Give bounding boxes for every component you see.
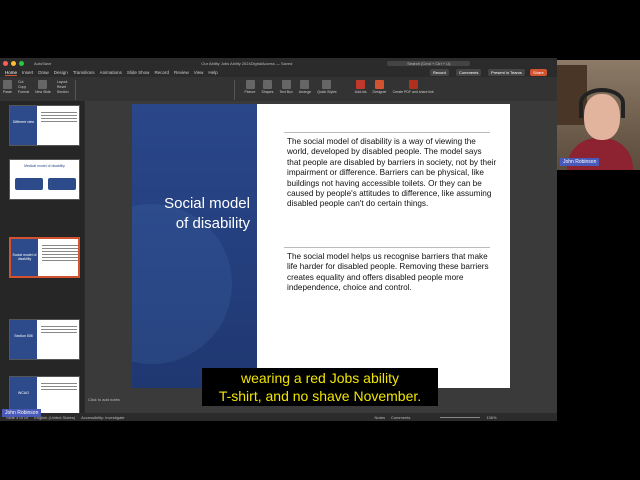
format-button[interactable]: Format [18, 90, 29, 95]
notes-toggle[interactable]: Notes [375, 415, 385, 420]
status-bar: Slide 3 of 19 English (United States) Ac… [0, 413, 557, 421]
autosave-label[interactable]: AutoSave [34, 61, 51, 66]
section-button[interactable]: Section [57, 90, 69, 95]
new-slide-button[interactable]: New Slide [35, 77, 51, 94]
webcam-name-tag: John Robinson [560, 158, 600, 166]
slide-thumbnail-selected[interactable]: Social model of disability [9, 237, 80, 278]
present-in-teams-button[interactable]: Present in Teams [488, 69, 525, 76]
create-pdf-button[interactable]: Create PDF and share link [393, 77, 434, 94]
divider [284, 247, 490, 248]
paste-icon [3, 80, 12, 89]
ribbon-toolbar: Paste Cut Copy Format New Slide Layout R… [0, 77, 557, 101]
font-group[interactable] [74, 80, 235, 100]
slide-title[interactable]: Social model of disability [154, 194, 250, 234]
tab-view[interactable]: View [194, 70, 204, 75]
shapes-button[interactable]: Shapes [261, 77, 273, 94]
text-box-icon [281, 80, 291, 89]
caption-line-2: T-shirt, and no shave November. [218, 388, 422, 404]
tab-slide-show[interactable]: Slide Show [127, 70, 150, 75]
tab-home[interactable]: Home [5, 70, 18, 76]
slide-paragraph-2[interactable]: The social model helps us recognise barr… [287, 252, 497, 294]
zoom-level[interactable]: 136% [486, 415, 496, 420]
tab-draw[interactable]: Draw [38, 70, 49, 75]
shapes-icon [262, 80, 272, 89]
slide-editing-area: Social model of disability The social mo… [85, 101, 557, 413]
maximize-window-icon[interactable] [19, 60, 24, 66]
divider [284, 132, 490, 133]
slide-group: Layout Reset Section [57, 77, 69, 95]
record-button[interactable]: Record [430, 69, 449, 76]
comments-button[interactable]: Comments [456, 69, 482, 76]
slide-title-panel: Social model of disability [132, 104, 257, 388]
headset-icon [579, 88, 625, 118]
webcam-feed: John Robinson [557, 60, 640, 170]
quick-styles-icon [322, 80, 332, 89]
add-ins-icon [356, 80, 366, 89]
tab-record[interactable]: Record [154, 70, 169, 75]
quick-styles-button[interactable]: Quick Styles [317, 77, 337, 94]
tab-transitions[interactable]: Transitions [73, 70, 95, 75]
add-ins-button[interactable]: Add-ins [355, 77, 367, 94]
document-title: Our Ability Jobs Ability 2024DigitalAcce… [201, 60, 293, 66]
notes-placeholder[interactable]: Click to add notes [88, 397, 120, 402]
clipboard-group: Cut Copy Format [18, 77, 29, 95]
slide-paragraph-1[interactable]: The social model of disability is a way … [287, 137, 497, 210]
picture-icon [245, 80, 255, 89]
current-slide[interactable]: Social model of disability The social mo… [132, 104, 510, 388]
slide-thumbnail[interactable]: Different view [9, 105, 80, 146]
close-window-icon[interactable] [3, 60, 8, 66]
powerpoint-window: AutoSave Our Ability Jobs Ability 2024Di… [0, 58, 557, 421]
search-input[interactable]: Search (Cmd + Ctrl + U) [387, 60, 471, 66]
new-slide-icon [38, 80, 48, 89]
tab-animations[interactable]: Animations [100, 70, 122, 75]
participant-name-tag: John Robinson [2, 409, 42, 417]
tab-review[interactable]: Review [174, 70, 189, 75]
designer-icon [375, 80, 385, 89]
zoom-slider[interactable] [440, 416, 481, 418]
picture-button[interactable]: Picture [245, 77, 255, 94]
comments-toggle[interactable]: Comments [391, 415, 410, 420]
caption-line-1: wearing a red Jobs ability [241, 370, 399, 386]
paste-button[interactable]: Paste [3, 77, 12, 94]
arrange-button[interactable]: Arrange [299, 77, 311, 94]
pdf-icon [408, 80, 418, 89]
slide-thumbnail[interactable]: Section 508 [9, 319, 80, 360]
arrange-icon [300, 80, 310, 89]
title-bar: AutoSave Our Ability Jobs Ability 2024Di… [0, 58, 557, 68]
tab-insert[interactable]: Insert [22, 70, 33, 75]
designer-button[interactable]: Designer [373, 77, 387, 94]
slide-thumbnail[interactable]: WCAG [9, 376, 80, 413]
minimize-window-icon[interactable] [11, 60, 16, 66]
caption-overlay: wearing a red Jobs ability T-shirt, and … [202, 368, 438, 406]
slide-thumbnail-panel[interactable]: Different view Medical model of disabili… [0, 101, 84, 413]
tab-design[interactable]: Design [54, 70, 68, 75]
ribbon-tabs: Home Insert Draw Design Transitions Anim… [0, 68, 557, 77]
accessibility-status[interactable]: Accessibility: Investigate [81, 415, 124, 420]
share-button[interactable]: Share [530, 69, 547, 76]
slide-thumbnail[interactable]: Medical model of disability [9, 159, 80, 200]
tab-help[interactable]: Help [208, 70, 217, 75]
text-box-button[interactable]: Text Box [279, 77, 293, 94]
